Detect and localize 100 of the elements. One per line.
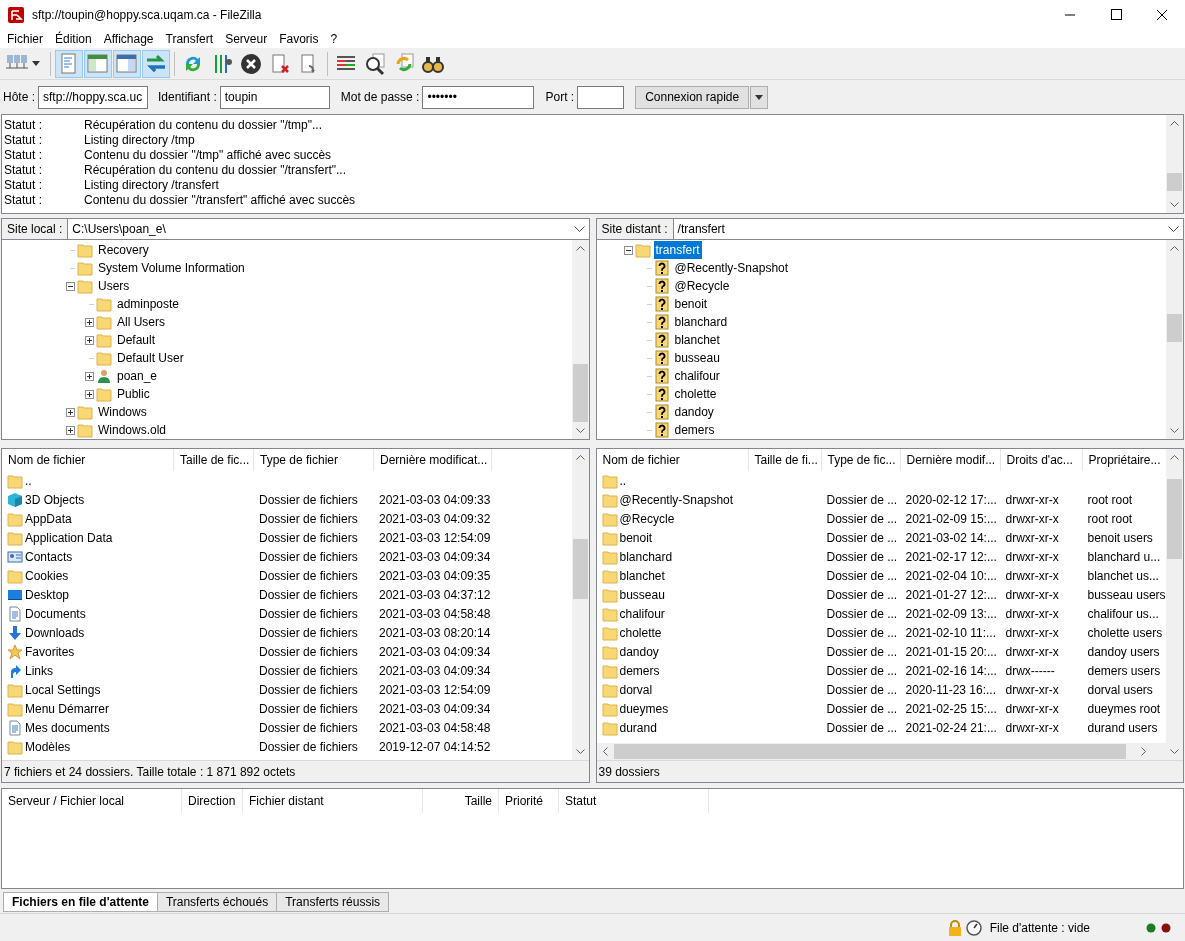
modified-date: 2020-02-12 17:...	[905, 491, 997, 509]
scroll-up-icon[interactable]	[575, 455, 585, 460]
menu-item[interactable]: Fichier	[1, 30, 49, 48]
folder-icon	[601, 510, 618, 527]
column-header[interactable]: Nom de fichier	[596, 449, 749, 471]
expand-icon[interactable]	[85, 389, 94, 399]
tree-item[interactable]: Public	[115, 385, 152, 403]
owner: cholette users	[1087, 624, 1163, 642]
column-header[interactable]: Taille de fi...	[748, 449, 822, 471]
input-field[interactable]: toupin	[219, 85, 330, 109]
tree-item[interactable]: Windows.old	[96, 421, 169, 439]
menu-item[interactable]: Édition	[49, 30, 98, 48]
scrollbar[interactable]	[571, 240, 589, 439]
file-name: AppData	[25, 510, 72, 528]
menu-item[interactable]: Serveur	[219, 30, 274, 48]
column-header[interactable]: Type de fichier	[254, 449, 374, 471]
unknown-folder-icon	[653, 296, 670, 312]
horizontal-scrollbar[interactable]	[596, 743, 1166, 760]
tree-item[interactable]: benoit	[672, 295, 710, 313]
menu-item[interactable]: Transfert	[159, 30, 220, 48]
scroll-left-icon[interactable]	[602, 747, 608, 756]
tree-item[interactable]: cholette	[672, 385, 719, 403]
scroll-down-icon[interactable]	[575, 749, 585, 754]
column-header[interactable]: Taille de fic...	[174, 449, 254, 471]
input-field[interactable]: sftp://hoppy.sca.uc	[38, 85, 148, 109]
folder-icon	[96, 350, 112, 366]
scrollbar[interactable]	[1166, 240, 1183, 439]
tree-item[interactable]: Users	[96, 277, 132, 295]
expand-icon[interactable]	[66, 407, 75, 417]
menu-item[interactable]: Favoris	[273, 30, 325, 48]
column-header[interactable]: Type de fic...	[821, 449, 901, 471]
scrollbar-thumb[interactable]	[1167, 479, 1182, 559]
expand-icon[interactable]	[85, 317, 94, 327]
scroll-down-icon[interactable]	[1170, 202, 1179, 207]
column-header[interactable]: Direction	[182, 789, 243, 813]
input-field[interactable]: •••••••	[422, 85, 535, 109]
tree-item[interactable]: Default	[115, 331, 158, 349]
unknown-folder-icon	[653, 404, 670, 420]
column-header[interactable]: Droits d'ac...	[1000, 449, 1083, 471]
tree-item[interactable]: Windows	[96, 403, 149, 421]
collapse-icon[interactable]	[623, 245, 633, 255]
tree-item[interactable]: transfert	[653, 241, 702, 259]
scroll-right-icon[interactable]	[1141, 747, 1146, 756]
menu-item[interactable]: Affichage	[97, 30, 160, 48]
column-header[interactable]: Priorité	[499, 789, 559, 813]
dropdown-button[interactable]	[750, 85, 769, 109]
caret-icon[interactable]	[755, 94, 764, 100]
file-name: ..	[619, 472, 627, 490]
scrollbar[interactable]	[1166, 115, 1183, 213]
tree-item[interactable]: chalifour	[672, 367, 722, 385]
file-name: durand	[619, 719, 657, 737]
tree-item[interactable]: blanchet	[672, 331, 722, 349]
scrollbar-thumb[interactable]	[572, 539, 588, 599]
tree-item[interactable]: @Recycle	[672, 277, 732, 295]
expand-icon[interactable]	[66, 425, 75, 435]
column-header[interactable]: Serveur / Fichier local	[2, 789, 182, 813]
permissions: drwxr-xr-x	[1005, 643, 1059, 661]
expand-icon[interactable]	[85, 371, 94, 381]
scroll-up-icon[interactable]	[1170, 121, 1179, 126]
scrollbar-thumb[interactable]	[613, 744, 1126, 759]
unknown-folder-icon	[653, 350, 670, 366]
input-field[interactable]	[577, 85, 625, 109]
tree-item[interactable]: dandoy	[672, 403, 716, 421]
column-header[interactable]: Statut	[559, 789, 709, 813]
expand-icon[interactable]	[85, 335, 94, 345]
tree-item[interactable]: adminposte	[115, 295, 182, 313]
scroll-up-icon[interactable]	[1170, 246, 1179, 251]
dropdown-caret-icon[interactable]	[32, 61, 40, 66]
tree-item[interactable]: System Volume Information	[96, 259, 247, 277]
tree-item[interactable]: All Users	[115, 313, 167, 331]
column-header[interactable]: Fichier distant	[243, 789, 423, 813]
column-header[interactable]: Dernière modificat...	[374, 449, 492, 471]
scrollbar[interactable]	[571, 449, 589, 760]
scroll-down-icon[interactable]	[1170, 749, 1179, 754]
scrollbar-thumb[interactable]	[1167, 314, 1182, 342]
collapse-icon[interactable]	[66, 281, 75, 291]
menu-item[interactable]: ?	[324, 30, 344, 48]
owner: benoit users	[1087, 529, 1153, 547]
tab[interactable]: Transferts réussis	[276, 892, 390, 912]
column-header[interactable]: Nom de fichier	[2, 449, 174, 471]
scroll-up-icon[interactable]	[1170, 455, 1179, 460]
quickconnect-button[interactable]: Connexion rapide	[635, 85, 750, 109]
column-header[interactable]: Taille	[423, 789, 499, 813]
scroll-down-icon[interactable]	[1170, 428, 1179, 433]
tree-item[interactable]: demers	[672, 421, 717, 439]
scrollbar-thumb[interactable]	[572, 364, 588, 422]
tab[interactable]: Fichiers en file d'attente	[3, 892, 158, 912]
column-header[interactable]: Dernière modif...	[900, 449, 1001, 471]
tree-item[interactable]: Default User	[115, 349, 186, 367]
folder-icon	[77, 260, 93, 276]
tree-item[interactable]: poan_e	[115, 367, 160, 385]
scrollbar[interactable]	[1166, 449, 1183, 760]
tree-item[interactable]: busseau	[672, 349, 722, 367]
scroll-down-icon[interactable]	[575, 428, 585, 433]
tab[interactable]: Transferts échoués	[156, 892, 278, 912]
tree-item[interactable]: @Recently-Snapshot	[672, 259, 791, 277]
tree-item[interactable]: blanchard	[672, 313, 730, 331]
scrollbar-thumb[interactable]	[1167, 173, 1182, 191]
tree-item[interactable]: Recovery	[96, 241, 151, 259]
scroll-up-icon[interactable]	[575, 246, 585, 251]
